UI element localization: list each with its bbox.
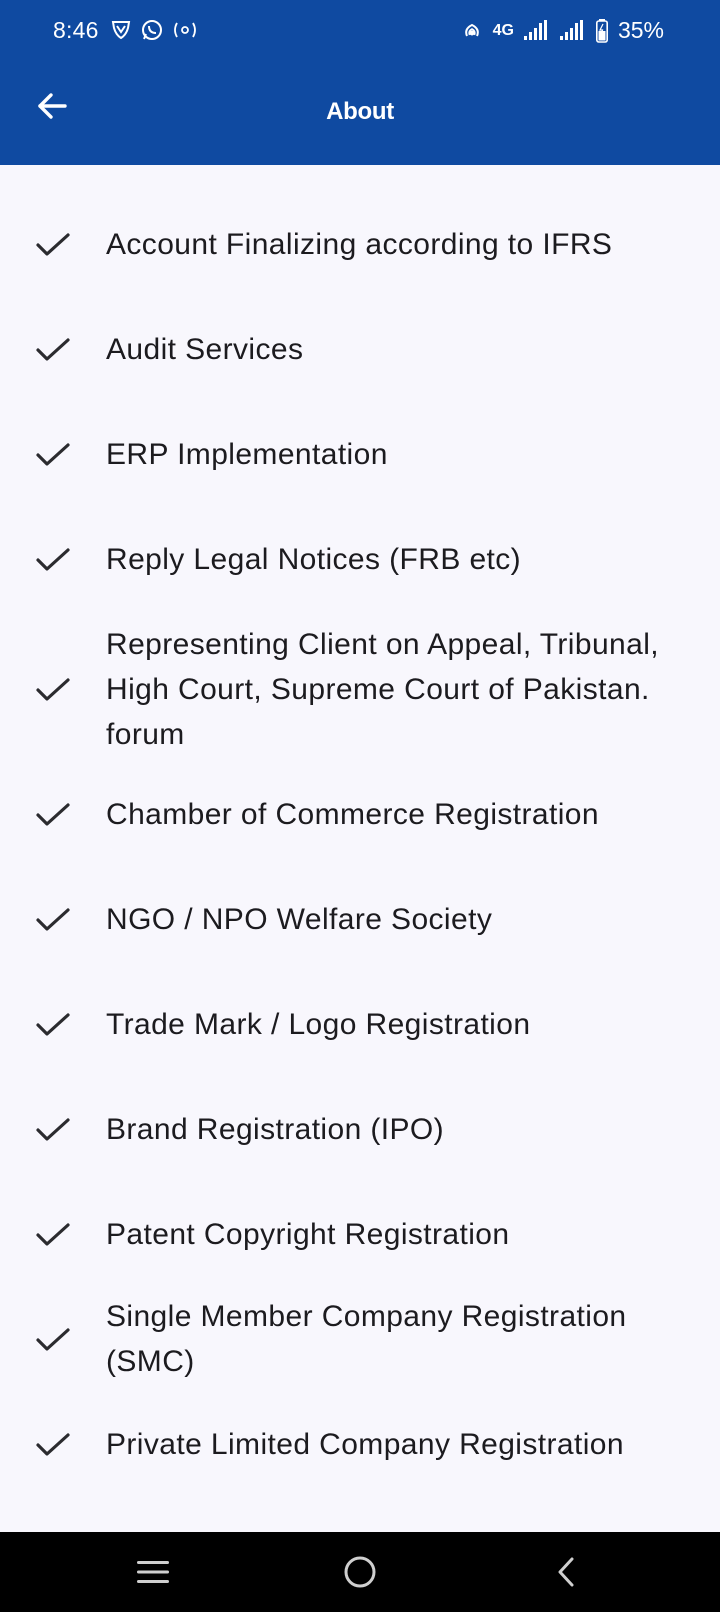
list-item: Representing Client on Appeal, Tribunal,…: [0, 620, 720, 760]
service-label: ERP Implementation: [106, 438, 388, 471]
list-item: Private Limited Company Registration: [0, 1415, 720, 1475]
check-icon: [36, 338, 70, 361]
notification-icons: [110, 18, 198, 42]
system-back-button[interactable]: [545, 1550, 589, 1594]
check-icon: [36, 908, 70, 931]
list-item: Account Finalizing according to IFRS: [0, 215, 720, 275]
check-icon: [36, 233, 70, 256]
hotspot-icon: [174, 22, 196, 38]
page-title: About: [326, 98, 394, 125]
recent-apps-button[interactable]: [131, 1550, 175, 1594]
status-time: 8:46: [53, 17, 99, 43]
check-icon: [36, 803, 70, 826]
service-label: Audit Services: [106, 333, 304, 366]
service-label: Chamber of Commerce Registration: [106, 798, 599, 831]
list-item: Chamber of Commerce Registration: [0, 785, 720, 845]
service-label: NGO / NPO Welfare Society: [106, 903, 493, 936]
list-item: Brand Registration (IPO): [0, 1100, 720, 1160]
check-icon: [36, 1328, 70, 1351]
service-label: Single Member Company Registration (SMC): [106, 1300, 627, 1378]
service-label: Brand Registration (IPO): [106, 1113, 445, 1146]
network-type-label: 4G: [492, 21, 514, 39]
system-nav-bar: [0, 1532, 720, 1612]
list-item: ERP Implementation: [0, 425, 720, 485]
signal-strength-icon-2: [559, 19, 583, 40]
check-icon: [36, 1013, 70, 1036]
service-label: Patent Copyright Registration: [106, 1218, 510, 1251]
check-icon: [36, 443, 70, 466]
top-header: 8:46 4G 35% About: [0, 0, 720, 165]
signal-strength-icon: [523, 19, 547, 40]
battery-icon: [595, 18, 608, 43]
vpn-shield-icon: [111, 21, 131, 40]
status-bar: 8:46 4G 35%: [0, 0, 720, 62]
list-item: NGO / NPO Welfare Society: [0, 890, 720, 950]
whatsapp-icon: [142, 20, 162, 40]
service-label: Representing Client on Appeal, Tribunal,…: [106, 628, 660, 751]
list-item: Audit Services: [0, 320, 720, 380]
hotspot-signal-icon: [464, 23, 479, 36]
system-status-icons: 4G 35%: [461, 17, 664, 44]
back-icon: [558, 1557, 574, 1587]
list-item: Reply Legal Notices (FRB etc): [0, 530, 720, 590]
services-list: Account Finalizing according to IFRS Aud…: [0, 165, 720, 1532]
home-button[interactable]: [338, 1550, 382, 1594]
check-icon: [36, 678, 70, 701]
battery-percentage: 35%: [617, 17, 664, 43]
check-icon: [36, 548, 70, 571]
check-icon: [36, 1433, 70, 1456]
app-bar: About: [0, 62, 720, 165]
service-label: Account Finalizing according to IFRS: [106, 228, 613, 261]
home-icon: [344, 1556, 376, 1588]
service-label: Trade Mark / Logo Registration: [106, 1008, 531, 1041]
check-icon: [36, 1223, 70, 1246]
service-label: Reply Legal Notices (FRB etc): [106, 543, 522, 576]
list-item: Patent Copyright Registration: [0, 1205, 720, 1265]
list-item: Trade Mark / Logo Registration: [0, 995, 720, 1055]
list-item: Single Member Company Registration (SMC): [0, 1290, 720, 1390]
service-label: Private Limited Company Registration: [106, 1428, 624, 1461]
recent-apps-icon: [137, 1561, 169, 1583]
check-icon: [36, 1118, 70, 1141]
